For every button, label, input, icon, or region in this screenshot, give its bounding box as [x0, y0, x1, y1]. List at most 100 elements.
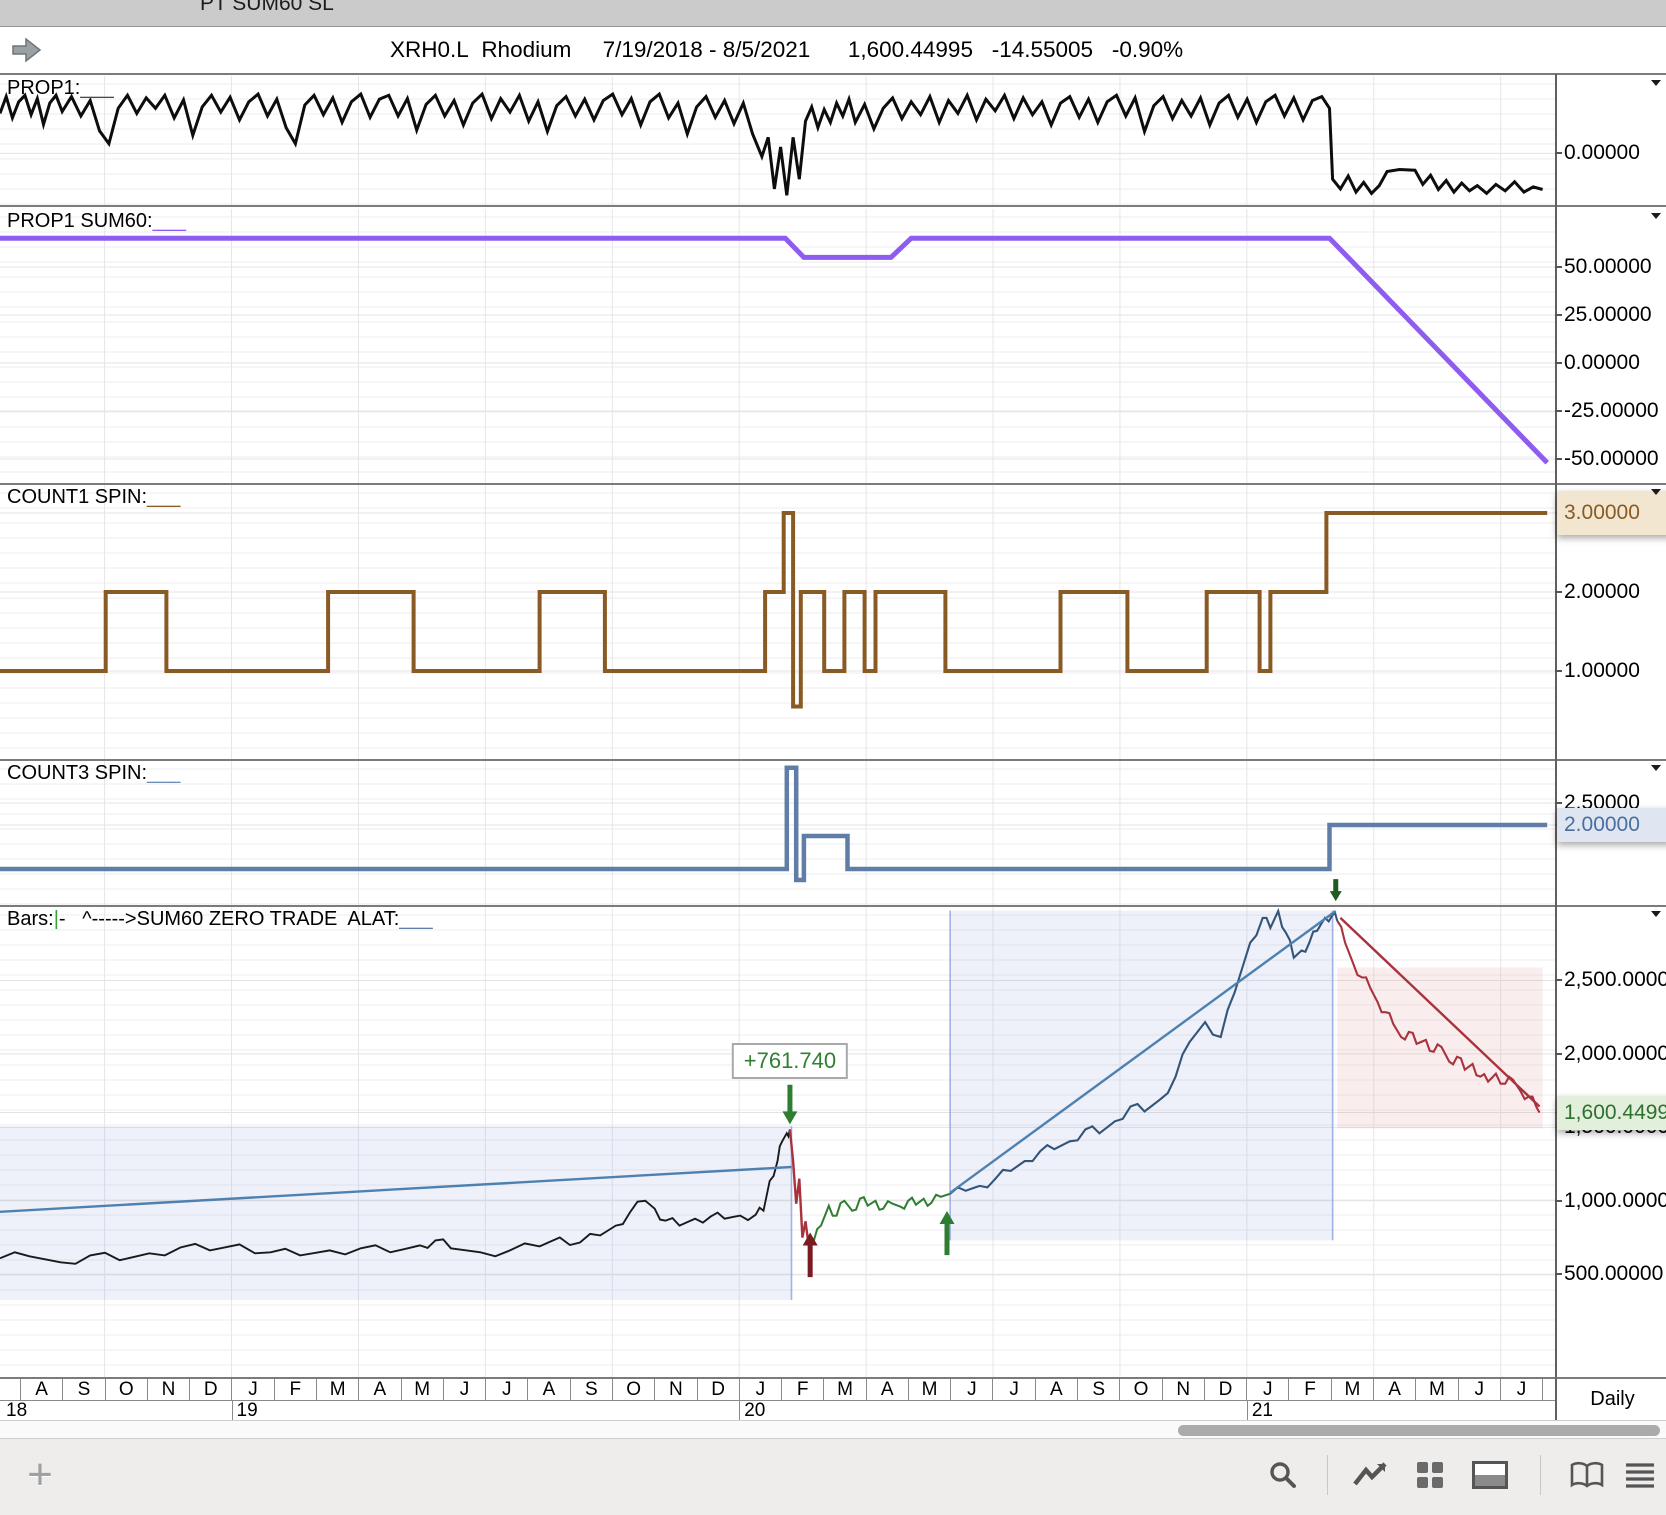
- month-cell: M: [1416, 1379, 1459, 1400]
- pane-collapse-arrow-icon[interactable]: [1651, 213, 1661, 219]
- axis-label: -25.00000: [1564, 398, 1659, 422]
- month-cell: J: [486, 1379, 529, 1400]
- price-change: -14.55005: [991, 37, 1094, 62]
- month-cell: D: [698, 1379, 740, 1400]
- axis-label: 2.00000: [1564, 579, 1640, 603]
- menu-icon[interactable]: [1620, 1455, 1660, 1495]
- pane-collapse-arrow-icon[interactable]: [1651, 911, 1661, 917]
- pane-label-count1: COUNT1 SPIN:___: [7, 486, 180, 509]
- month-cell: S: [1078, 1379, 1121, 1400]
- month-cell: N: [1163, 1379, 1205, 1400]
- window-titlebar: PT SUM60 SL: [0, 0, 1666, 27]
- month-cell: A: [1036, 1379, 1079, 1400]
- month-cell: A: [21, 1379, 64, 1400]
- month-cell: D: [190, 1379, 233, 1400]
- axis-label: 500.00000: [1564, 1262, 1664, 1286]
- chart-area: PT SUM60 SL XRH0.L Rhodium 7/19/2018 - 8…: [0, 0, 1666, 1515]
- axis-tick-mark: [1555, 361, 1562, 364]
- instrument-name: Rhodium: [481, 37, 572, 62]
- axis-label: 1,000.0000: [1564, 1188, 1666, 1212]
- month-cell: M: [402, 1379, 444, 1400]
- pane-label-part: -: [58, 908, 66, 930]
- header-info: XRH0.L Rhodium 7/19/2018 - 8/5/2021 1,60…: [390, 37, 1183, 63]
- last-price: 1,600.44995: [847, 37, 973, 62]
- pane-plot-bars[interactable]: [0, 879, 1666, 1377]
- axis-tick-mark: [1555, 265, 1562, 268]
- pane-collapse-arrow-icon[interactable]: [1651, 489, 1661, 495]
- pane-collapse-arrow-icon[interactable]: [1651, 765, 1661, 771]
- pane-label-part: Bars:: [7, 908, 54, 930]
- pane-label-part: ___: [147, 486, 181, 508]
- axis-value-badge-bars: 1,600.4499: [1557, 1095, 1666, 1130]
- pane-label-part: ___: [147, 762, 181, 784]
- pane-label-part: ^----->SUM60 ZERO TRADE ALAT:: [65, 908, 400, 930]
- pane-plot-sum60[interactable]: [0, 209, 1666, 483]
- add-icon[interactable]: +: [18, 1453, 62, 1497]
- month-cell: S: [571, 1379, 613, 1400]
- pane-plot-prop1[interactable]: [0, 76, 1666, 205]
- year-label: 20: [739, 1401, 765, 1422]
- search-icon[interactable]: [1263, 1455, 1303, 1495]
- price-change-pct: -0.90%: [1111, 37, 1184, 62]
- axis-value-badge-count1: 3.00000: [1557, 490, 1666, 535]
- axis-label: 2,500.0000: [1564, 968, 1666, 992]
- time-axis: ASONDJFMAMJJASONDJFMAMJJASONDJFMAMJJ 18 1…: [0, 1377, 1555, 1422]
- month-cell: J: [1459, 1379, 1501, 1400]
- axis-tick-mark: [1555, 669, 1562, 672]
- forward-arrow-icon[interactable]: [10, 35, 44, 70]
- periodicity-selector[interactable]: Daily: [1555, 1377, 1666, 1422]
- month-cell: F: [782, 1379, 825, 1400]
- month-cell: D: [1205, 1379, 1248, 1400]
- month-cell: N: [148, 1379, 191, 1400]
- axis-label: 1.00000: [1564, 658, 1640, 682]
- pane-plot-count1[interactable]: [0, 485, 1666, 759]
- pane-label-part: PROP1 SUM60:: [7, 210, 153, 232]
- pane-label-part: ___: [152, 210, 186, 232]
- symbol: XRH0.L: [390, 37, 469, 62]
- horizontal-scrollbar: [0, 1420, 1666, 1439]
- axis-tick-mark: [1555, 1273, 1562, 1276]
- month-cell: A: [528, 1379, 571, 1400]
- gain-annotation: +761.740: [731, 1043, 849, 1080]
- axis-tick-mark: [1555, 409, 1562, 412]
- month-cell: N: [655, 1379, 698, 1400]
- axis-label: 50.00000: [1564, 254, 1652, 278]
- scrollbar-thumb[interactable]: [1178, 1425, 1660, 1436]
- axis-label: 25.00000: [1564, 302, 1652, 326]
- sell-arrow-icon: [782, 1084, 798, 1125]
- axis-tick-mark: [1555, 802, 1562, 805]
- pane-label-sum60: PROP1 SUM60:___: [7, 210, 186, 233]
- axis-tick-mark: [1555, 1052, 1562, 1055]
- month-cell: J: [993, 1379, 1036, 1400]
- panel-layout-icon[interactable]: [1470, 1455, 1510, 1495]
- pane-plot-count3[interactable]: [0, 761, 1666, 905]
- date-range: 7/19/2018 - 8/5/2021: [602, 37, 811, 62]
- axis-tick-mark: [1555, 457, 1562, 460]
- axis-label: 0.00000: [1564, 141, 1640, 165]
- year-label: 18: [6, 1400, 28, 1421]
- month-cell-partial: [1543, 1379, 1555, 1400]
- year-label: 19: [231, 1401, 258, 1422]
- chart-header: XRH0.L Rhodium 7/19/2018 - 8/5/2021 1,60…: [0, 27, 1666, 73]
- pane-collapse-arrow-icon[interactable]: [1651, 80, 1661, 86]
- signal-icon[interactable]: [1350, 1455, 1390, 1495]
- month-cell: A: [359, 1379, 402, 1400]
- axis-label: -50.00000: [1564, 446, 1659, 470]
- month-cell: M: [824, 1379, 867, 1400]
- axis-tick-mark: [1555, 313, 1562, 316]
- toolbar-separator: [1327, 1455, 1328, 1495]
- month-cell: J: [1247, 1379, 1290, 1400]
- month-cell: O: [106, 1379, 148, 1400]
- month-cell: J: [951, 1379, 994, 1400]
- axis-tick-mark: [1555, 590, 1562, 593]
- axis-label: 2,000.0000: [1564, 1041, 1666, 1065]
- axis-value-badge-count3: 2.00000: [1557, 808, 1666, 842]
- pane-label-count3: COUNT3 SPIN:___: [7, 762, 180, 785]
- grid-layout-icon[interactable]: [1410, 1455, 1450, 1495]
- divider: [0, 73, 1666, 75]
- month-cell: F: [1289, 1379, 1332, 1400]
- buy-arrow-icon: [802, 1232, 818, 1278]
- book-icon[interactable]: [1567, 1455, 1607, 1495]
- month-cell: F: [275, 1379, 317, 1400]
- pane-label-part: COUNT1 SPIN:: [7, 486, 148, 508]
